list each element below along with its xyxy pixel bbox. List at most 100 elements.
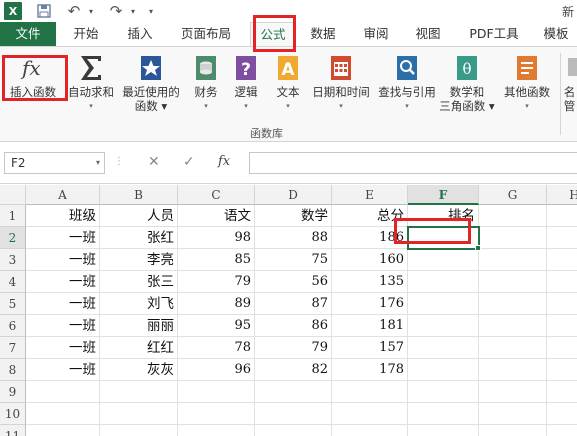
cell-b8[interactable]: 灰灰 <box>100 359 178 381</box>
cell-a2[interactable]: 一班 <box>26 227 100 249</box>
cell-h6[interactable] <box>547 315 577 337</box>
enter-icon[interactable]: ✓ <box>183 154 195 170</box>
cell-e5[interactable]: 176 <box>332 293 408 315</box>
cell-b6[interactable]: 丽丽 <box>100 315 178 337</box>
cell-a8[interactable]: 一班 <box>26 359 100 381</box>
tab-data[interactable]: 数据 <box>302 22 344 46</box>
name-box-dropdown-icon[interactable]: ▾ <box>96 153 100 173</box>
lookup-reference-button[interactable]: 查找与引用 ▾ <box>374 53 440 113</box>
column-header-b[interactable]: B <box>100 185 178 205</box>
autosum-button[interactable]: 自动求和 ▾ <box>64 53 118 113</box>
column-header-c[interactable]: C <box>178 185 255 205</box>
cell-b11[interactable] <box>100 425 178 436</box>
cell-e2[interactable]: 186 <box>332 227 408 249</box>
cell-d9[interactable] <box>255 381 332 403</box>
cell-d10[interactable] <box>255 403 332 425</box>
cell-g8[interactable] <box>479 359 547 381</box>
cell-b4[interactable]: 张三 <box>100 271 178 293</box>
name-box[interactable]: F2 ▾ <box>4 152 105 174</box>
cell-g3[interactable] <box>479 249 547 271</box>
cell-a7[interactable]: 一班 <box>26 337 100 359</box>
finance-button[interactable]: 财务 ▾ <box>186 53 226 113</box>
cell-b2[interactable]: 张红 <box>100 227 178 249</box>
cell-c5[interactable]: 89 <box>178 293 255 315</box>
date-time-button[interactable]: 日期和时间 ▾ <box>308 53 374 113</box>
redo-icon[interactable]: ↷ <box>108 2 124 20</box>
text-dropdown[interactable]: ▾ <box>268 99 308 113</box>
cell-a5[interactable]: 一班 <box>26 293 100 315</box>
undo-icon[interactable]: ↶ <box>66 2 82 20</box>
cell-d6[interactable]: 86 <box>255 315 332 337</box>
column-header-h[interactable]: H <box>547 185 577 205</box>
cell-g7[interactable] <box>479 337 547 359</box>
cell-c10[interactable] <box>178 403 255 425</box>
cell-a6[interactable]: 一班 <box>26 315 100 337</box>
cell-c11[interactable] <box>178 425 255 436</box>
row-header-8[interactable]: 8 <box>0 359 26 381</box>
cell-g5[interactable] <box>479 293 547 315</box>
cell-f11[interactable] <box>408 425 479 436</box>
cell-h8[interactable] <box>547 359 577 381</box>
finance-dropdown[interactable]: ▾ <box>186 99 226 113</box>
cell-h10[interactable] <box>547 403 577 425</box>
row-header-6[interactable]: 6 <box>0 315 26 337</box>
cell-d5[interactable]: 87 <box>255 293 332 315</box>
more-functions-button[interactable]: 其他函数 ▾ <box>498 53 556 113</box>
tab-home[interactable]: 开始 <box>62 22 110 46</box>
cancel-icon[interactable]: ✕ <box>148 154 160 170</box>
row-header-9[interactable]: 9 <box>0 381 26 403</box>
cell-h1[interactable] <box>547 205 577 227</box>
save-icon[interactable] <box>36 2 52 20</box>
cell-e6[interactable]: 181 <box>332 315 408 337</box>
logical-dropdown[interactable]: ▾ <box>226 99 266 113</box>
column-header-e[interactable]: E <box>332 185 408 205</box>
cell-h5[interactable] <box>547 293 577 315</box>
cell-g9[interactable] <box>479 381 547 403</box>
lookup-reference-dropdown[interactable]: ▾ <box>374 99 440 113</box>
cell-b7[interactable]: 红红 <box>100 337 178 359</box>
cell-e9[interactable] <box>332 381 408 403</box>
tab-templates[interactable]: 模板 <box>536 22 576 46</box>
cell-a4[interactable]: 一班 <box>26 271 100 293</box>
cell-h4[interactable] <box>547 271 577 293</box>
cell-e8[interactable]: 178 <box>332 359 408 381</box>
cell-g6[interactable] <box>479 315 547 337</box>
cell-b1[interactable]: 人员 <box>100 205 178 227</box>
tab-review[interactable]: 审阅 <box>354 22 398 46</box>
cell-e4[interactable]: 135 <box>332 271 408 293</box>
insert-function-icon[interactable]: fx <box>218 154 230 169</box>
tab-insert[interactable]: 插入 <box>116 22 164 46</box>
row-header-1[interactable]: 1 <box>0 205 26 227</box>
cell-f4[interactable] <box>408 271 479 293</box>
cell-c4[interactable]: 79 <box>178 271 255 293</box>
cell-g1[interactable] <box>479 205 547 227</box>
row-header-11[interactable]: 11 <box>0 425 26 436</box>
cell-e10[interactable] <box>332 403 408 425</box>
cell-h9[interactable] <box>547 381 577 403</box>
cell-d2[interactable]: 88 <box>255 227 332 249</box>
cell-f8[interactable] <box>408 359 479 381</box>
math-trig-button[interactable]: θ 数学和 三角函数 ▾ <box>436 53 498 113</box>
cell-g10[interactable] <box>479 403 547 425</box>
formula-input[interactable] <box>249 152 577 174</box>
cell-h3[interactable] <box>547 249 577 271</box>
undo-dropdown-icon[interactable]: ▾ <box>86 2 96 20</box>
cell-a10[interactable] <box>26 403 100 425</box>
cell-g11[interactable] <box>479 425 547 436</box>
tab-page-layout[interactable]: 页面布局 <box>170 22 242 46</box>
cell-b10[interactable] <box>100 403 178 425</box>
cell-d8[interactable]: 82 <box>255 359 332 381</box>
cell-b9[interactable] <box>100 381 178 403</box>
column-header-f[interactable]: F <box>408 185 479 205</box>
name-manager-button[interactable]: 名 管 <box>562 53 577 113</box>
cell-f1[interactable]: 排名 <box>408 205 479 227</box>
cell-e7[interactable]: 157 <box>332 337 408 359</box>
cell-e11[interactable] <box>332 425 408 436</box>
cell-f3[interactable] <box>408 249 479 271</box>
cell-c9[interactable] <box>178 381 255 403</box>
cell-a9[interactable] <box>26 381 100 403</box>
cell-g2[interactable] <box>479 227 547 249</box>
cell-f5[interactable] <box>408 293 479 315</box>
row-header-4[interactable]: 4 <box>0 271 26 293</box>
column-header-d[interactable]: D <box>255 185 332 205</box>
